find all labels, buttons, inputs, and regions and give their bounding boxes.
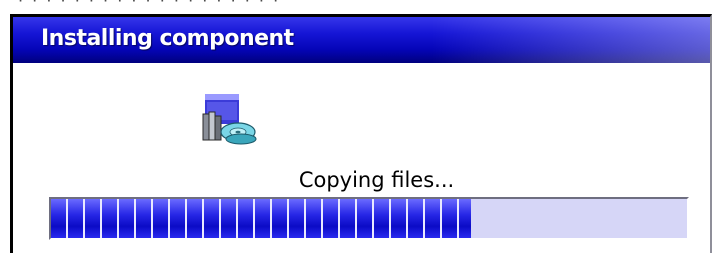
install-disk-icon	[196, 92, 268, 148]
background-text: · · · · · · · · · · · · · · · · · · ·	[18, 0, 281, 10]
status-message: Copying files...	[298, 168, 455, 192]
dialog-title: Installing component	[41, 26, 294, 51]
install-dialog: Installing component Copying files...	[10, 14, 712, 253]
progress-bar-fill	[51, 199, 471, 238]
title-bar: Installing component	[13, 17, 710, 63]
progress-bar	[49, 197, 689, 240]
background-window-strip: · · · · · · · · · · · · · · · · · · ·	[0, 0, 714, 14]
